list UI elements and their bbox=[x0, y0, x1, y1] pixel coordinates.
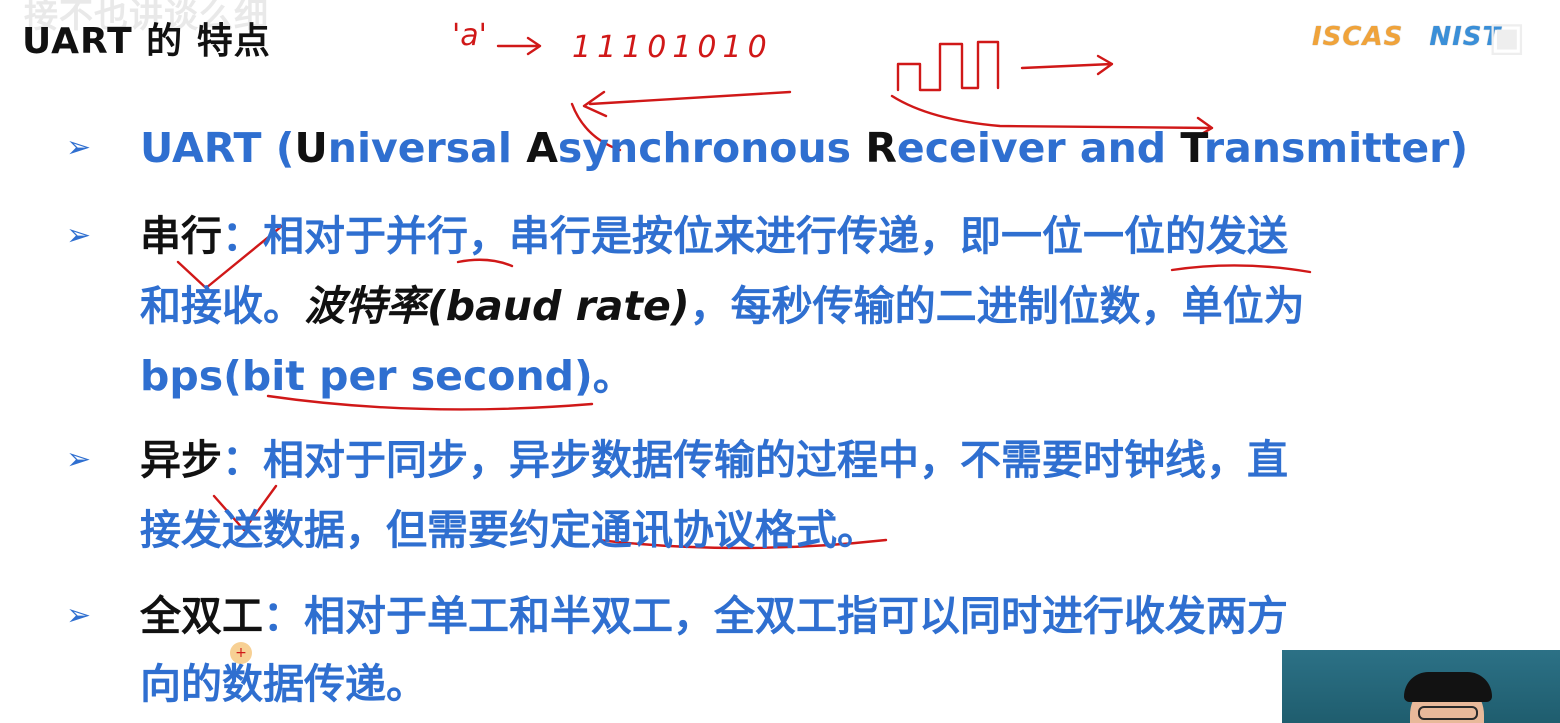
handwritten-char-label: 'a' bbox=[452, 18, 487, 53]
iscas-logo: ISCAS bbox=[1312, 22, 1404, 52]
square-wave bbox=[896, 40, 1000, 92]
acronym-letter: A bbox=[526, 124, 558, 172]
bullet-full-duplex-line-2: 向的数据传递。 bbox=[140, 664, 427, 705]
bullet-arrow-icon: ➢ bbox=[66, 598, 92, 633]
keyword-async: 异步 bbox=[140, 436, 222, 484]
underline-parallel bbox=[456, 258, 514, 268]
slide-title: UART 的 特点 bbox=[22, 21, 271, 62]
text-segment: eceiver and bbox=[896, 124, 1181, 172]
text-segment: ransmitter) bbox=[1203, 124, 1469, 172]
bullet-arrow-icon: ➢ bbox=[66, 130, 92, 165]
acronym-letter: T bbox=[1180, 124, 1204, 172]
bullet-async-line-1: 异步：相对于同步，异步数据传输的过程中，不需要时钟线，直 bbox=[140, 440, 1288, 481]
watermark-icon: ▣ bbox=[1488, 14, 1526, 60]
text-segment: ：相对于同步，异步数据传输的过程中，不需要时钟线，直 bbox=[222, 436, 1288, 484]
mouse-cursor-icon: + bbox=[230, 642, 252, 664]
text-segment: 向的数据传递。 bbox=[140, 660, 427, 708]
arrow-char-to-bits bbox=[496, 36, 542, 56]
text-segment: ：相对于并行，串行是按位来进行传递，即一位一位的发送 bbox=[222, 212, 1288, 260]
bullet-full-duplex-line-1: 全双工：相对于单工和半双工，全双工指可以同时进行收发两方 bbox=[140, 596, 1288, 637]
text-segment: synchronous bbox=[557, 124, 866, 172]
text-segment: UART ( bbox=[140, 124, 295, 172]
handwritten-bits: 11101010 bbox=[572, 30, 773, 65]
bullet-uart-definition: UART (Universal Asynchronous Receiver an… bbox=[140, 128, 1468, 169]
text-segment: 和接收。 bbox=[140, 282, 304, 330]
keyword-baud-rate: 波特率(baud rate) bbox=[304, 282, 690, 330]
webcam-overlay bbox=[1282, 650, 1560, 723]
underline-bit-by-bit bbox=[1170, 264, 1312, 274]
text-segment: bps(bit per second)。 bbox=[140, 352, 634, 400]
bullet-serial-line-2: 和接收。波特率(baud rate)，每秒传输的二进制位数，单位为 bbox=[140, 286, 1305, 327]
keyword-serial: 串行 bbox=[140, 212, 222, 260]
presenter-hair bbox=[1404, 672, 1492, 702]
presenter-glasses bbox=[1418, 706, 1478, 720]
bullet-serial-line-1: 串行：相对于并行，串行是按位来进行传递，即一位一位的发送 bbox=[140, 216, 1288, 257]
keyword-full-duplex: 全双工 bbox=[140, 592, 263, 640]
arrow-wave-right bbox=[1020, 54, 1114, 76]
bullet-async-line-2: 接发送数据，但需要约定通讯协议格式。 bbox=[140, 510, 878, 551]
logo-group: ISCAS NIST bbox=[1312, 22, 1501, 52]
bullet-arrow-icon: ➢ bbox=[66, 218, 92, 253]
text-segment: 接发送数据，但需要约定通讯协议格式。 bbox=[140, 506, 878, 554]
text-segment: ，每秒传输的二进制位数，单位为 bbox=[689, 282, 1305, 330]
bullet-arrow-icon: ➢ bbox=[66, 442, 92, 477]
acronym-letter: U bbox=[294, 124, 328, 172]
text-segment: niversal bbox=[327, 124, 527, 172]
bullet-serial-line-3: bps(bit per second)。 bbox=[140, 356, 634, 397]
acronym-letter: R bbox=[865, 124, 897, 172]
text-segment: ：相对于单工和半双工，全双工指可以同时进行收发两方 bbox=[263, 592, 1288, 640]
